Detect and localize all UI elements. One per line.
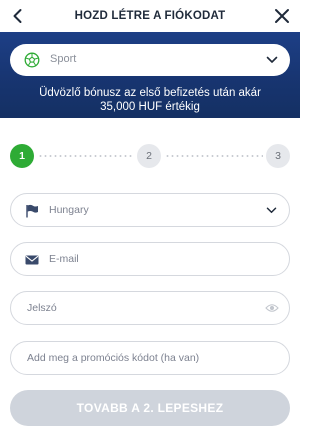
chevron-left-icon[interactable] <box>8 6 28 26</box>
country-select[interactable]: Hungary <box>10 193 290 227</box>
step-indicator: 1 2 3 <box>0 144 300 170</box>
welcome-banner: Sport Üdvözlő bónusz az első befizetés u… <box>0 32 300 118</box>
promo-code-placeholder: Add meg a promóciós kódot (ha van) <box>27 352 200 364</box>
password-field[interactable]: Jelszó <box>10 291 290 325</box>
chevron-down-icon <box>266 207 277 214</box>
promo-line-2: 35,000 HUF értékig <box>100 101 200 113</box>
promo-line-1: Üdvözlő bónusz az első befizetés után ak… <box>39 87 261 99</box>
bonus-promo-text: Üdvözlő bónusz az első befizetés után ak… <box>0 86 300 114</box>
country-value: Hungary <box>49 204 89 216</box>
chevron-down-icon <box>266 56 278 63</box>
step-3: 3 <box>266 144 290 168</box>
email-field[interactable]: E-mail <box>10 242 290 276</box>
step-2: 2 <box>137 144 161 168</box>
eye-icon[interactable] <box>265 302 279 314</box>
app-header: HOZD LÉTRE A FIÓKODAT <box>0 0 300 32</box>
step-connector <box>38 155 134 157</box>
flag-icon <box>26 204 38 218</box>
password-placeholder: Jelszó <box>27 302 57 314</box>
email-placeholder: E-mail <box>49 253 79 265</box>
close-icon[interactable] <box>272 6 292 26</box>
soccer-ball-icon <box>24 52 40 68</box>
envelope-icon <box>25 255 39 265</box>
next-step-button[interactable]: TOVABB A 2. LEPESHEZ <box>10 390 290 426</box>
sport-select-value: Sport <box>50 53 77 65</box>
sport-select[interactable]: Sport <box>10 44 290 76</box>
promo-code-field[interactable]: Add meg a promóciós kódot (ha van) <box>10 341 290 375</box>
page-title: HOZD LÉTRE A FIÓKODAT <box>74 10 226 22</box>
step-connector <box>165 155 263 157</box>
step-1: 1 <box>10 144 34 168</box>
